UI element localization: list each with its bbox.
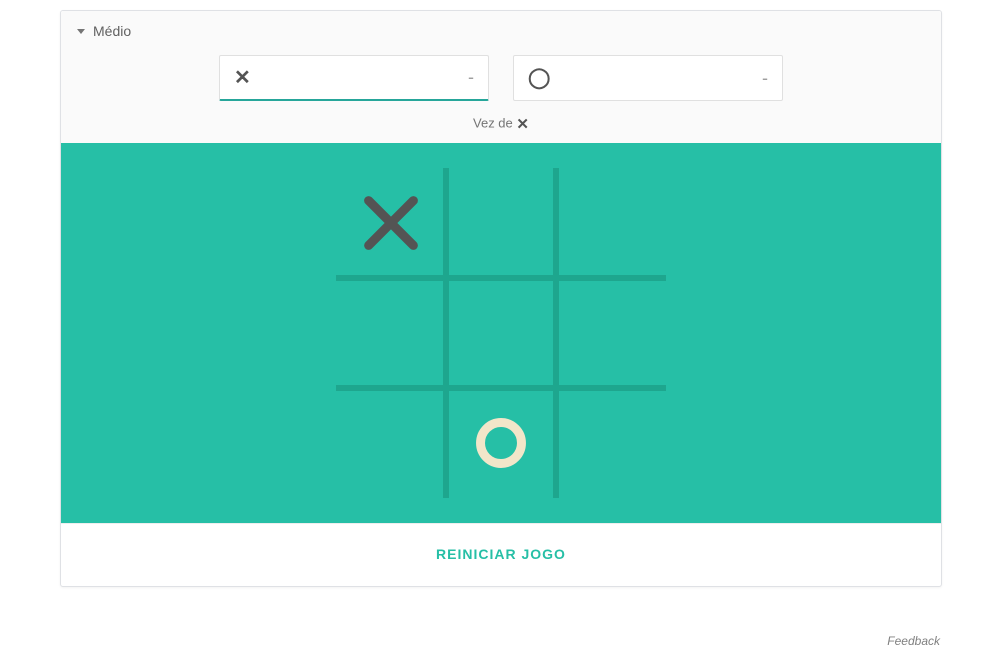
restart-label: REINICIAR JOGO xyxy=(436,546,566,562)
board xyxy=(336,168,666,498)
feedback-label: Feedback xyxy=(887,634,940,648)
cell-1-2[interactable] xyxy=(556,278,666,388)
x-mark-icon: ✕ xyxy=(234,68,251,88)
turn-prefix: Vez de xyxy=(473,115,516,130)
cell-1-0[interactable] xyxy=(336,278,446,388)
board-area xyxy=(61,143,941,523)
feedback-link[interactable]: Feedback xyxy=(887,634,940,648)
cell-1-1[interactable] xyxy=(446,278,556,388)
cell-0-2[interactable] xyxy=(556,168,666,278)
score-box-x[interactable]: ✕ - xyxy=(219,55,489,101)
x-piece-icon xyxy=(359,191,423,255)
o-mark-icon: ◯ xyxy=(528,68,550,88)
cell-2-2[interactable] xyxy=(556,388,666,498)
tic-tac-toe-card: Médio ✕ - ◯ - Vez de ✕ xyxy=(60,10,942,587)
cell-0-1[interactable] xyxy=(446,168,556,278)
turn-indicator: Vez de ✕ xyxy=(61,109,941,143)
cell-2-0[interactable] xyxy=(336,388,446,498)
cell-0-0[interactable] xyxy=(336,168,446,278)
score-o-value: - xyxy=(762,68,768,89)
restart-button[interactable]: REINICIAR JOGO xyxy=(61,523,941,586)
score-row: ✕ - ◯ - xyxy=(61,45,941,109)
difficulty-selector[interactable]: Médio xyxy=(61,11,941,45)
turn-player-mark: ✕ xyxy=(516,116,529,133)
cell-2-1[interactable] xyxy=(446,388,556,498)
o-piece-icon xyxy=(469,411,533,475)
score-x-value: - xyxy=(468,67,474,88)
score-box-o[interactable]: ◯ - xyxy=(513,55,783,101)
chevron-down-icon xyxy=(77,29,85,34)
difficulty-label: Médio xyxy=(93,23,131,39)
